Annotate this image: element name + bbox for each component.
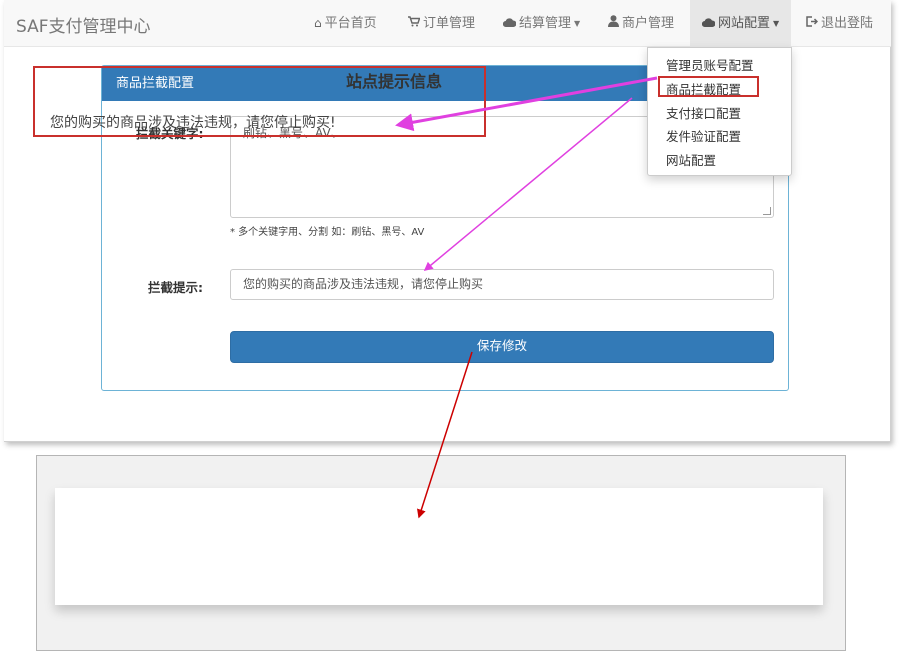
cart-icon: [408, 0, 421, 46]
nav-home-label: 平台首页: [324, 16, 377, 31]
nav-merchants-label: 商户管理: [622, 16, 675, 31]
keyword-help-text: * 多个关键字用、分割 如：刷钻、黑号、AV: [230, 227, 425, 238]
cloud-icon: [502, 0, 517, 46]
dropdown-item-payment-interface[interactable]: 支付接口配置: [666, 103, 741, 122]
notice-card: [55, 488, 823, 605]
nav-orders[interactable]: 订单管理: [408, 0, 475, 47]
brand-title[interactable]: SAF支付管理中心: [16, 12, 151, 37]
nav-orders-label: 订单管理: [423, 16, 476, 31]
resize-handle-icon[interactable]: [763, 207, 771, 215]
dropdown-item-site-config[interactable]: 网站配置: [666, 150, 716, 169]
user-icon: [608, 0, 619, 46]
dropdown-item-mail-verification[interactable]: 发件验证配置: [666, 126, 741, 145]
caret-down-icon: ▼: [773, 19, 780, 28]
tip-input[interactable]: 您的购买的商品涉及违法违规，请您停止购买: [230, 269, 774, 300]
dropdown-item-admin-account[interactable]: 管理员账号配置: [666, 55, 754, 74]
nav-site-config-label: 网站配置: [718, 16, 771, 31]
tip-value: 您的购买的商品涉及违法违规，请您停止购买: [243, 277, 484, 291]
nav-logout-label: 退出登陆: [821, 16, 874, 31]
highlight-box: [658, 76, 759, 97]
save-button[interactable]: 保存修改: [230, 331, 774, 363]
nav-settlement-label: 结算管理: [519, 16, 572, 31]
site-config-dropdown: 管理员账号配置 商品拦截配置 支付接口配置 发件验证配置 网站配置: [647, 47, 792, 176]
home-icon: ⌂: [314, 16, 322, 30]
site-notice-screenshot: [36, 455, 846, 651]
nav-logout[interactable]: 退出登陆: [806, 0, 873, 47]
logout-icon: [806, 0, 819, 46]
nav-settlement[interactable]: 结算管理 ▼: [502, 0, 581, 47]
caret-down-icon: ▼: [574, 19, 581, 28]
cloud-icon: [701, 0, 716, 46]
highlight-box: [33, 66, 486, 137]
tip-label: 拦截提示:: [148, 280, 203, 295]
annotated-screenshot-composite: SAF支付管理中心 ⌂ 平台首页 订单管理 结算管理 ▼ 商户管理 网站配置 ▼…: [0, 0, 900, 657]
navbar: SAF支付管理中心 ⌂ 平台首页 订单管理 结算管理 ▼ 商户管理 网站配置 ▼…: [4, 0, 891, 47]
nav-home[interactable]: ⌂ 平台首页: [314, 0, 377, 47]
nav-merchants[interactable]: 商户管理: [608, 0, 674, 47]
nav-site-config[interactable]: 网站配置 ▼: [690, 0, 792, 47]
